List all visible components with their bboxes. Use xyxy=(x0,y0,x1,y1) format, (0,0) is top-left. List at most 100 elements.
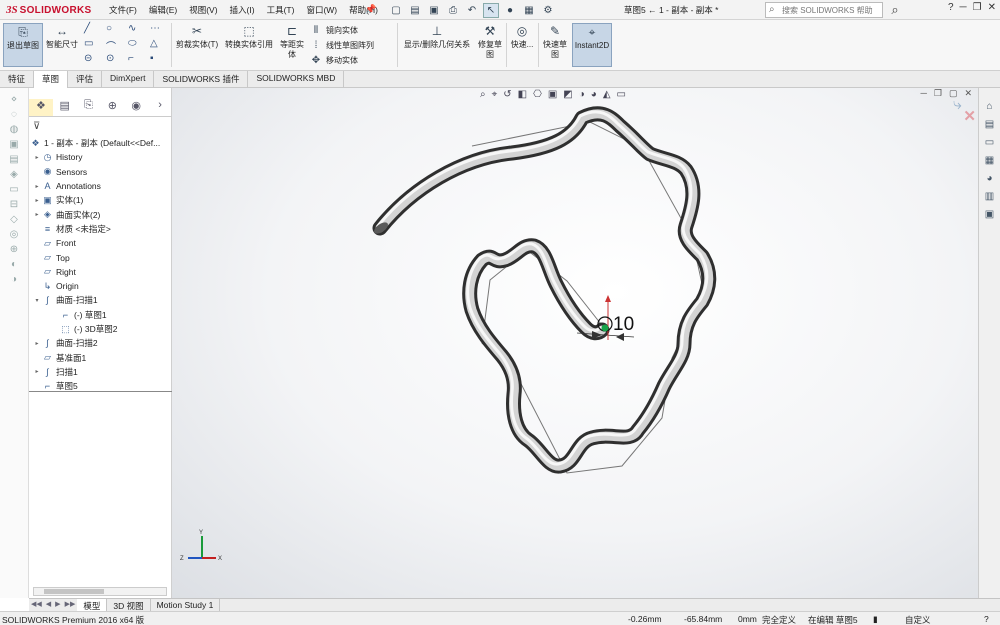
scrollbar-thumb[interactable] xyxy=(44,589,104,594)
menu-help[interactable]: 帮助(H) xyxy=(343,4,384,16)
offset-entities-button[interactable]: ⊏ 等距实体 xyxy=(278,23,306,60)
graphics-area[interactable]: ⌕ ⌖ ↺ ◧ ⎔ ▣ ◩ ◑ ◕ ◭ ▭ ─ ❐ ▢ ✕ ⤷ ✕ Y X Z … xyxy=(172,88,978,598)
file-explorer-icon[interactable]: ▭ xyxy=(979,137,1000,155)
material-small-icon[interactable]: ◐ xyxy=(0,259,28,274)
horizontal-scrollbar[interactable] xyxy=(33,587,167,596)
plane-small-icon[interactable]: ▭ xyxy=(0,184,28,199)
tab-mbd[interactable]: SOLIDWORKS MBD xyxy=(248,71,345,88)
part-icon[interactable]: ▣ xyxy=(0,139,28,154)
save-icon[interactable]: ▣ xyxy=(426,3,442,18)
tab-3d-view[interactable]: 3D 视图 xyxy=(107,599,151,611)
tree-item[interactable]: ⬚ (-) 3D草图2 xyxy=(29,322,172,336)
mirror-entities-button[interactable]: ⫴ 镜向实体 xyxy=(310,25,358,36)
smart-dimension-button[interactable]: ↔ 智能尺寸 xyxy=(44,23,80,50)
rectangle-icon[interactable]: ▭ xyxy=(84,38,106,53)
dimxpert-manager-tab-icon[interactable]: ⊕ xyxy=(100,99,124,116)
tree-item[interactable]: ⌐ (-) 草图1 xyxy=(29,308,172,322)
first-tab-icon[interactable]: ◀◀ xyxy=(29,599,44,611)
expand-toggle-icon[interactable]: ▸ xyxy=(33,197,41,204)
help-dropdown-icon[interactable]: ? xyxy=(948,2,954,13)
tree-item[interactable]: ▸ ▣ 实体(1) xyxy=(29,193,172,207)
rebuild-icon[interactable]: ● xyxy=(502,3,518,18)
tree-item[interactable]: ▱ Right xyxy=(29,265,172,279)
swept-tube[interactable] xyxy=(372,106,717,474)
menu-insert[interactable]: 插入(I) xyxy=(224,4,261,16)
select-arrow-icon[interactable]: ↖ xyxy=(483,2,499,18)
tree-item[interactable]: ▸ ◷ History xyxy=(29,150,172,164)
exit-sketch-button[interactable]: ⎘ 退出草图 xyxy=(3,23,43,67)
chamfer-icon[interactable]: ⌐ xyxy=(128,53,150,68)
move-entities-button[interactable]: ✥ 移动实体 xyxy=(310,55,358,66)
spline-icon[interactable]: ∿ xyxy=(128,23,150,38)
configuration-manager-tab-icon[interactable]: ⎘ xyxy=(77,99,101,116)
tree-item[interactable]: ▸ ∫ 扫描1 xyxy=(29,365,172,379)
instant2d-button[interactable]: ⌖ Instant2D xyxy=(572,23,612,67)
point-icon[interactable]: ⋯ xyxy=(150,23,172,38)
help-search-input[interactable]: ⌕ 搜索 SOLIDWORKS 帮助 xyxy=(765,2,883,18)
body-icon[interactable]: ▤ xyxy=(0,154,28,169)
feature-manager-tab-icon[interactable]: ❖ xyxy=(29,99,53,116)
display-delete-relations-button[interactable]: ⊥ 显示/删除几何关系 xyxy=(400,23,474,50)
tree-item[interactable]: ▾ ∫ 曲面-扫描1 xyxy=(29,293,172,307)
tab-sketch[interactable]: 草图 xyxy=(34,71,69,88)
tree-item[interactable]: ▱ 基准面1 xyxy=(29,350,172,364)
options-gear-icon[interactable]: ⚙ xyxy=(540,3,556,18)
status-help-icon[interactable]: ? xyxy=(984,614,989,624)
next-tab-icon[interactable]: ▶ xyxy=(53,599,62,611)
menu-edit[interactable]: 编辑(E) xyxy=(143,4,183,16)
linear-pattern-button[interactable]: ⁞ 线性草图阵列 xyxy=(310,40,374,51)
rebuild-status-icon[interactable]: ▮ xyxy=(873,614,878,625)
appearance-small-icon[interactable]: ◑ xyxy=(0,274,28,289)
expand-toggle-icon[interactable]: ▸ xyxy=(33,340,41,347)
restore-icon[interactable]: ❐ xyxy=(973,2,982,13)
close-icon[interactable]: ✕ xyxy=(988,2,996,13)
tab-features[interactable]: 特征 xyxy=(0,71,35,88)
tree-item[interactable]: ▱ Front xyxy=(29,236,172,250)
expand-toggle-icon[interactable]: ▸ xyxy=(33,211,41,218)
convert-entities-button[interactable]: ⬚ 转换实体引用 xyxy=(222,23,276,50)
trim-entities-button[interactable]: ✂ 剪裁实体(T) xyxy=(175,23,219,50)
expand-toggle-icon[interactable]: ▸ xyxy=(33,183,41,190)
file-properties-icon[interactable]: ▦ xyxy=(521,3,537,18)
tree-item[interactable]: ↳ Origin xyxy=(29,279,172,293)
axis-icon[interactable]: ⊟ xyxy=(0,199,28,214)
pin-menu-icon[interactable]: 📌 xyxy=(365,4,376,15)
menu-view[interactable]: 视图(V) xyxy=(183,4,223,16)
expand-toggle-icon[interactable]: ▸ xyxy=(33,154,41,161)
tree-root[interactable]: ❖ 1 - 副本 - 副本 (Default<<Def... xyxy=(29,136,172,150)
solidworks-resources-icon[interactable]: ⌂ xyxy=(979,101,1000,119)
solidworks-logo[interactable]: 3S SOLIDWORKS xyxy=(6,3,92,17)
repair-sketch-button[interactable]: ⚒ 修复草图 xyxy=(476,23,504,60)
tree-item[interactable]: ▸ A Annotations xyxy=(29,179,172,193)
tree-item[interactable]: ▸ ◈ 曲面实体(2) xyxy=(29,207,172,221)
tree-item[interactable]: ◉ Sensors xyxy=(29,165,172,179)
design-library-icon[interactable]: ▤ xyxy=(979,119,1000,137)
tab-model[interactable]: 模型 xyxy=(77,599,108,611)
open-icon[interactable]: ▤ xyxy=(407,3,423,18)
fillet-icon[interactable]: ⊙ xyxy=(106,53,128,68)
dimension-value[interactable]: 10 xyxy=(613,314,634,336)
tab-dimxpert[interactable]: DimXpert xyxy=(102,71,155,88)
tree-item[interactable]: ▸ ∫ 曲面-扫描2 xyxy=(29,336,172,350)
arc-icon[interactable]: ⌒ xyxy=(106,38,128,53)
status-units[interactable]: 自定义 xyxy=(905,614,931,625)
point-small-icon[interactable]: ◇ xyxy=(0,214,28,229)
tab-addins[interactable]: SOLIDWORKS 插件 xyxy=(154,71,249,88)
solidworks-forum-icon[interactable]: ▣ xyxy=(979,209,1000,227)
menu-file[interactable]: 文件(F) xyxy=(103,4,143,16)
prev-tab-icon[interactable]: ◀ xyxy=(44,599,53,611)
display-manager-tab-icon[interactable]: ◉ xyxy=(124,99,148,116)
panel-expand-icon[interactable]: › xyxy=(148,99,172,116)
menu-window[interactable]: 窗口(W) xyxy=(300,4,343,16)
tab-evaluate[interactable]: 评估 xyxy=(68,71,103,88)
expand-toggle-icon[interactable]: ▾ xyxy=(33,297,41,304)
minimize-icon[interactable]: ─ xyxy=(960,2,967,13)
undo-icon[interactable]: ↶ xyxy=(464,3,480,18)
filter-small-icon[interactable]: ⋄ xyxy=(0,94,28,109)
component-icon[interactable]: ◍ xyxy=(0,124,28,139)
filter-icon[interactable]: ⊽ xyxy=(33,121,40,132)
search-icon[interactable]: ⌕ xyxy=(886,1,904,19)
print-icon[interactable]: ⎙ xyxy=(445,3,461,18)
custom-properties-icon[interactable]: ▥ xyxy=(979,191,1000,209)
quick-snaps-button[interactable]: ◎ 快速... xyxy=(508,23,536,50)
